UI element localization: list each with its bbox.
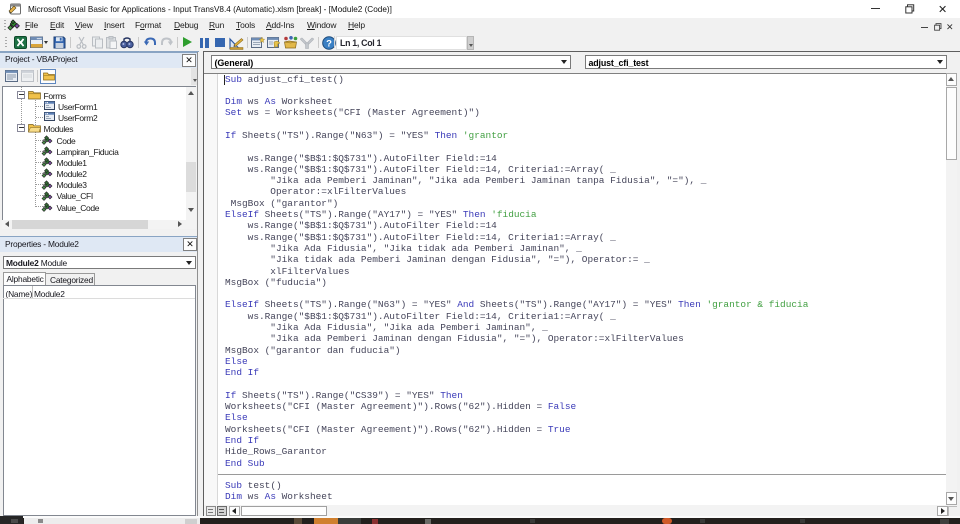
svg-text:?: ?	[326, 39, 332, 50]
